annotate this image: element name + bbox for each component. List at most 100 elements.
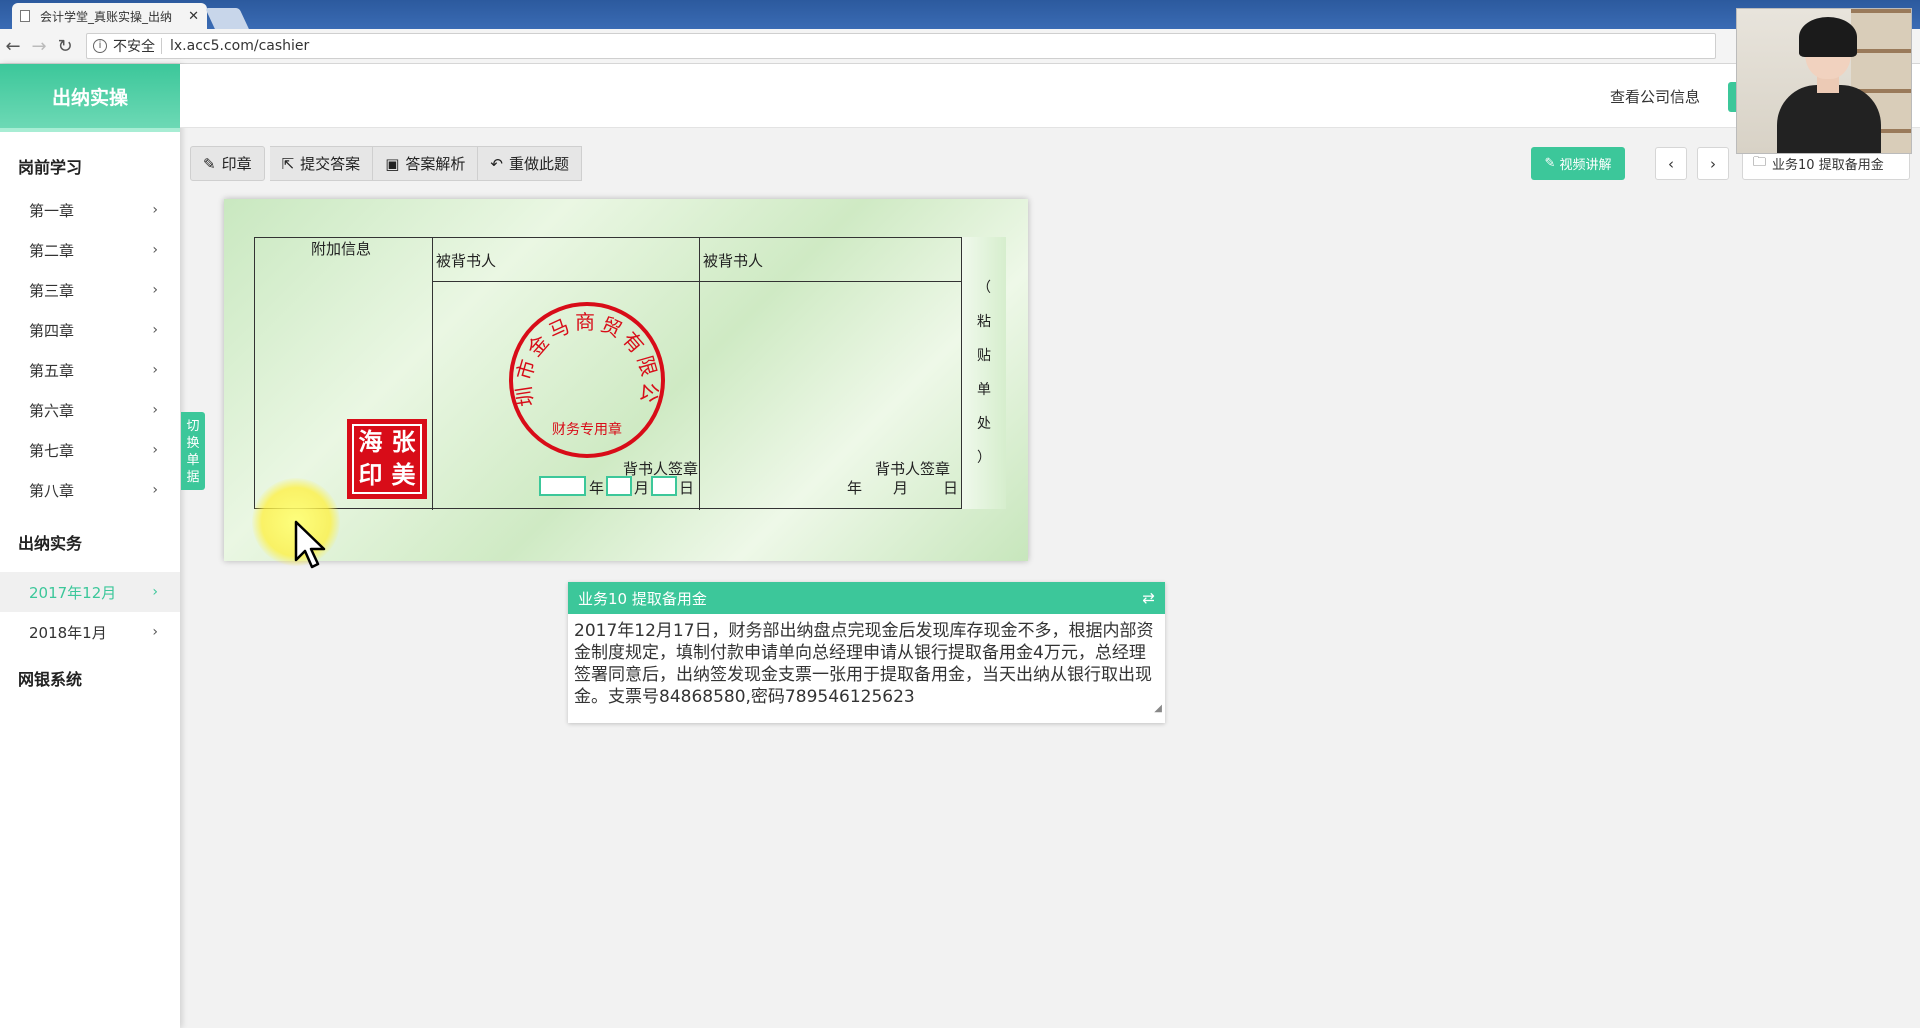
answer-analysis-label: 答案解析 — [405, 155, 466, 173]
seal-company-name: 深圳市金马商贸有限公司 — [507, 300, 663, 408]
sidebar: 出纳实操 岗前学习 第一章 › 第二章 › 第三章 › 第四章 › 第五章 › 第六章 › … — [0, 64, 180, 1028]
task-description-panel: 业务10 提取备用金 ⇄ 2017年12月17日，财务部出纳盘点完现金后发现库存… — [568, 582, 1165, 723]
webcam-overlay — [1736, 8, 1912, 154]
stamp-button-label: 印章 — [221, 155, 252, 173]
sidebar-item-label: 2018年1月 — [29, 623, 107, 642]
chevron-right-icon: › — [152, 584, 158, 600]
url-text: lx.acc5.com/cashier — [170, 38, 310, 54]
sidebar-item-label: 第八章 — [29, 481, 75, 500]
resize-handle-icon[interactable]: ◢ — [1154, 698, 1162, 720]
sidebar-item-chapter-5[interactable]: 第五章 › — [0, 350, 180, 390]
chevron-right-icon: › — [152, 442, 158, 458]
sidebar-item-chapter-3[interactable]: 第三章 › — [0, 270, 180, 310]
redo-label: 重做此题 — [508, 155, 569, 173]
task-description: 2017年12月17日，财务部出纳盘点完现金后发现库存现金不多，根据内部资金制度… — [574, 621, 1154, 707]
paste-area-char: （ — [977, 280, 991, 296]
sidebar-item-chapter-6[interactable]: 第六章 › — [0, 390, 180, 430]
personal-seal[interactable]: 海 张 印 美 — [347, 419, 427, 499]
sidebar-item-chapter-2[interactable]: 第二章 › — [0, 230, 180, 270]
forward-icon[interactable]: → — [26, 36, 52, 57]
task-description-text: 2017年12月17日，财务部出纳盘点完现金后发现库存现金不多，根据内部资金制度… — [568, 614, 1165, 723]
app-logo: 出纳实操 — [0, 64, 180, 128]
sidebar-item-chapter-7[interactable]: 第七章 › — [0, 430, 180, 470]
company-financial-seal[interactable]: 深圳市金马商贸有限公司 财务专用章 — [507, 300, 667, 460]
security-label: 不安全 — [113, 39, 155, 55]
next-task-button[interactable]: › — [1697, 147, 1729, 180]
divider — [161, 38, 162, 54]
sidebar-item-label: 第七章 — [29, 441, 75, 460]
reload-icon[interactable]: ↻ — [52, 36, 78, 57]
save-icon: ▣ — [385, 154, 400, 173]
sidebar-item-chapter-1[interactable]: 第一章 › — [0, 190, 180, 230]
stamp-button[interactable]: ✎ 印章 — [190, 146, 265, 181]
section-title-cashier-practice[interactable]: 出纳实务 — [0, 518, 180, 566]
sidebar-item-label: 第五章 — [29, 361, 75, 380]
back-icon[interactable]: ← — [0, 36, 26, 57]
section-title-preparation[interactable]: 岗前学习 — [0, 142, 180, 190]
sidebar-item-label: 第四章 — [29, 321, 75, 340]
redo-button[interactable]: ↶ 重做此题 — [478, 146, 582, 181]
edit-icon: ✎ — [203, 154, 216, 173]
month-label: 月 — [893, 479, 909, 497]
day-input-1[interactable] — [651, 476, 677, 496]
browser-tab-bar: 会计学堂_真账实操_出纳 ✕ — [0, 0, 1920, 29]
paste-area-char: 贴 — [977, 348, 991, 364]
month-input-1[interactable] — [606, 476, 632, 496]
chevron-right-icon: › — [152, 362, 158, 378]
sidebar-item-label: 第六章 — [29, 401, 75, 420]
year-label: 年 — [589, 479, 605, 497]
personal-seal-frame: 海 张 印 美 — [352, 424, 422, 494]
new-tab-button[interactable] — [205, 8, 249, 29]
day-label: 日 — [943, 479, 959, 497]
top-header: 查看公司信息 — [180, 64, 1920, 128]
chevron-right-icon: › — [152, 624, 158, 640]
video-explanation-button[interactable]: ✎ 视频讲解 — [1531, 147, 1625, 180]
pencil-icon: ✎ — [1544, 156, 1556, 171]
endorsement-table: 附加信息 被背书人 被背书人 海 张 印 美 深圳市金马商贸有限公司 财务专用章… — [254, 237, 963, 510]
submit-answer-label: 提交答案 — [300, 155, 361, 173]
year-input-1[interactable] — [539, 476, 586, 496]
paste-area-char: 处 — [977, 416, 991, 432]
browser-tab[interactable]: 会计学堂_真账实操_出纳 ✕ — [12, 3, 207, 29]
url-field[interactable]: i 不安全 lx.acc5.com/cashier — [86, 33, 1716, 59]
sidebar-item-chapter-8[interactable]: 第八章 › — [0, 470, 180, 510]
endorsee-label-1: 被背书人 — [436, 252, 497, 270]
paste-area-char: 粘 — [977, 314, 991, 330]
sidebar-item-label: 第三章 — [29, 281, 75, 300]
paste-area-char: 单 — [977, 382, 991, 398]
info-icon[interactable]: i — [93, 39, 107, 53]
endorsee-label-2: 被背书人 — [703, 252, 764, 270]
toolbar: ✎ 印章 ⇱ 提交答案 ▣ 答案解析 ↶ 重做此题 — [190, 146, 582, 181]
switch-document-tab[interactable]: 切换单据 — [181, 412, 205, 490]
chevron-right-icon: › — [1710, 154, 1716, 173]
sidebar-item-chapter-4[interactable]: 第四章 › — [0, 310, 180, 350]
sidebar-item-2018-01[interactable]: 2018年1月 › — [0, 612, 180, 652]
submit-answer-button[interactable]: ⇱ 提交答案 — [269, 146, 374, 181]
company-info-link[interactable]: 查看公司信息 — [1610, 86, 1700, 107]
section-title-online-banking[interactable]: 网银系统 — [0, 654, 180, 702]
prev-task-button[interactable]: ‹ — [1655, 147, 1687, 180]
swap-icon[interactable]: ⇄ — [1142, 589, 1155, 607]
answer-analysis-button[interactable]: ▣ 答案解析 — [373, 146, 479, 181]
task-panel-title: 业务10 提取备用金 — [578, 589, 707, 608]
sidebar-item-label: 第一章 — [29, 201, 75, 220]
mouse-cursor-icon — [294, 520, 326, 569]
seal-char: 张 — [391, 427, 416, 456]
undo-icon: ↶ — [490, 154, 503, 173]
sidebar-item-2017-12[interactable]: 2017年12月 › — [0, 572, 180, 612]
sidebar-item-label: 2017年12月 — [29, 583, 117, 602]
task-panel-header: 业务10 提取备用金 ⇄ — [568, 582, 1165, 614]
close-tab-icon[interactable]: ✕ — [188, 9, 199, 24]
chevron-right-icon: › — [152, 402, 158, 418]
chevron-right-icon: › — [152, 242, 158, 258]
chevron-right-icon: › — [152, 322, 158, 338]
paste-area: （ 粘 贴 单 处 ） — [962, 237, 1006, 509]
chevron-right-icon: › — [152, 482, 158, 498]
presenter-body — [1777, 85, 1881, 153]
chevron-left-icon: ‹ — [1668, 154, 1674, 173]
divider — [432, 238, 433, 510]
presenter-hair — [1799, 17, 1857, 57]
seal-char: 美 — [391, 460, 416, 489]
video-explanation-label: 视频讲解 — [1559, 158, 1612, 173]
browser-tab-title: 会计学堂_真账实操_出纳 — [40, 9, 173, 24]
